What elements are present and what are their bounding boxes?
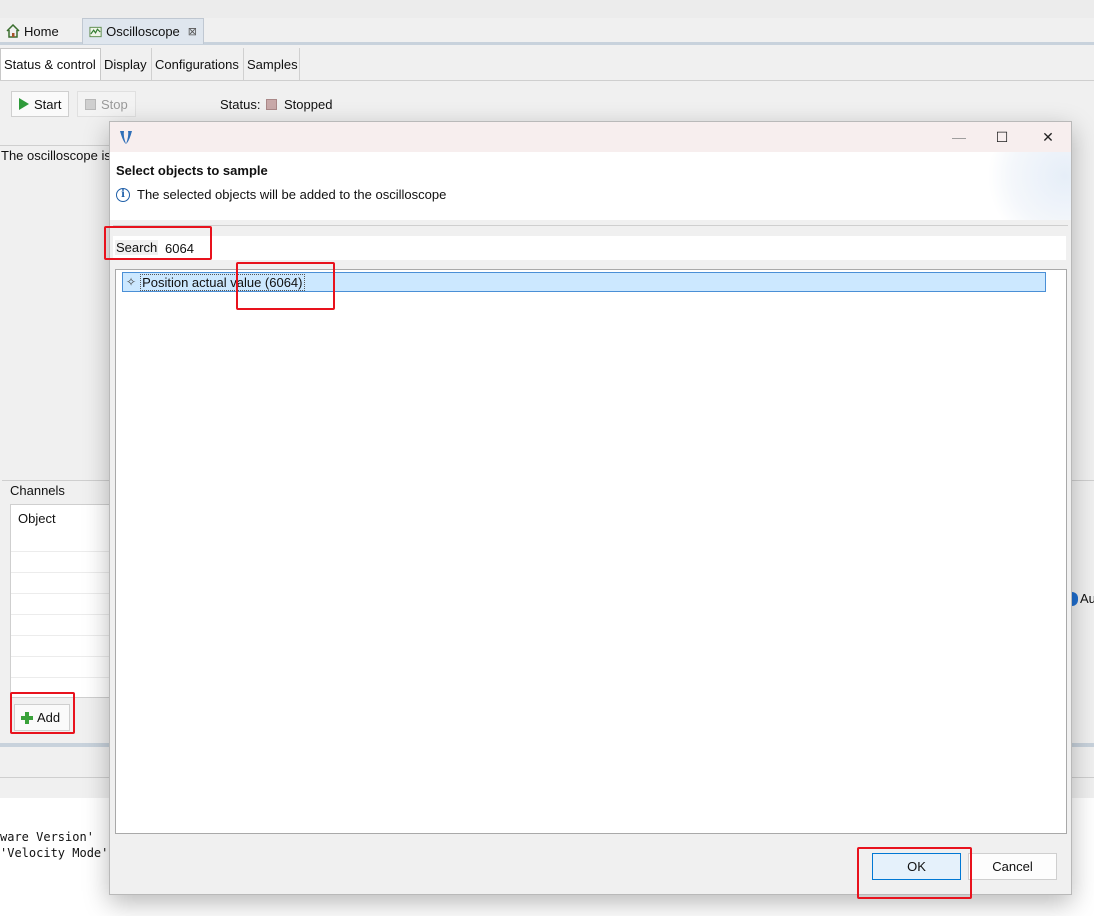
info-icon: i [116, 187, 130, 202]
tab-oscilloscope-label: Oscilloscope [106, 24, 180, 39]
status-label: Status: [220, 97, 261, 112]
console-line: 'Velocity Mode' [0, 846, 109, 860]
search-label: Search [115, 240, 159, 255]
table-row [11, 593, 111, 594]
tree-item-position-actual-value[interactable]: ✧ Position actual value (6064) [122, 272, 1046, 292]
search-input[interactable] [161, 236, 1066, 260]
oscilloscope-icon [89, 26, 102, 37]
add-label: Add [37, 710, 61, 725]
home-icon [6, 24, 20, 38]
plus-icon [21, 711, 33, 724]
channels-table[interactable]: Object [10, 504, 111, 698]
table-row [11, 677, 111, 678]
dialog-header: Select objects to sample i The selected … [110, 152, 1071, 220]
tab-oscilloscope[interactable]: Oscilloscope ⊠ [82, 18, 204, 44]
cancel-button[interactable]: Cancel [968, 853, 1057, 880]
table-row [11, 551, 111, 552]
tab-status-control[interactable]: Status & control [0, 48, 101, 80]
close-icon[interactable]: ✕ [1033, 126, 1063, 148]
table-row [11, 614, 111, 615]
search-row: Search [113, 236, 1066, 260]
table-row [11, 656, 111, 657]
auto-option-label: Au [1080, 591, 1094, 606]
play-icon [19, 98, 29, 110]
stop-label: Stop [101, 96, 128, 112]
header-decoration [981, 152, 1071, 220]
ok-button[interactable]: OK [872, 853, 961, 880]
add-channel-button[interactable]: Add [14, 704, 70, 731]
tree-item-label: Position actual value (6064) [140, 273, 305, 291]
app-logo-icon [120, 131, 132, 144]
minimize-icon[interactable]: — [944, 126, 974, 148]
channels-label: Channels [10, 483, 65, 498]
tab-display[interactable]: Display [101, 48, 152, 80]
description-text: The oscilloscope is [1, 148, 111, 163]
table-row [11, 635, 111, 636]
object-column-header[interactable]: Object [18, 511, 56, 526]
dialog-title: Select objects to sample [116, 163, 268, 178]
object-tree[interactable]: ✧ Position actual value (6064) [115, 269, 1067, 834]
oscilloscope-subtab-bar: Status & control Display Configurations … [0, 48, 1094, 81]
tab-configurations[interactable]: Configurations [152, 48, 244, 80]
auto-option-fragment[interactable]: Au [1072, 591, 1094, 606]
dialog-titlebar[interactable]: — ☐ ✕ [110, 122, 1071, 152]
console-line: ware Version' [0, 830, 94, 844]
stop-button[interactable]: Stop [77, 91, 136, 117]
description-panel [0, 145, 112, 475]
tab-home-label: Home [24, 23, 59, 39]
status-indicator-icon [266, 99, 277, 110]
maximize-icon[interactable]: ☐ [987, 126, 1017, 148]
editor-tab-bar: Home Oscilloscope ⊠ [0, 18, 1094, 45]
table-row [11, 572, 111, 573]
header-separator [113, 225, 1068, 226]
tab-samples[interactable]: Samples [244, 48, 300, 80]
stop-icon [85, 98, 96, 110]
start-button[interactable]: Start [11, 91, 70, 117]
right-panel-fragment [1072, 480, 1094, 650]
dialog-message-text: The selected objects will be added to th… [137, 187, 447, 202]
object-node-icon: ✧ [126, 275, 137, 289]
tab-home[interactable]: Home [0, 18, 82, 44]
dialog-message: i The selected objects will be added to … [116, 187, 446, 202]
radio-icon [1072, 591, 1078, 606]
start-label: Start [34, 96, 62, 112]
top-strip [0, 0, 1094, 18]
close-tab-icon[interactable]: ⊠ [188, 25, 197, 38]
select-objects-dialog: — ☐ ✕ Select objects to sample i The sel… [109, 121, 1072, 895]
status-value: Stopped [284, 97, 333, 112]
